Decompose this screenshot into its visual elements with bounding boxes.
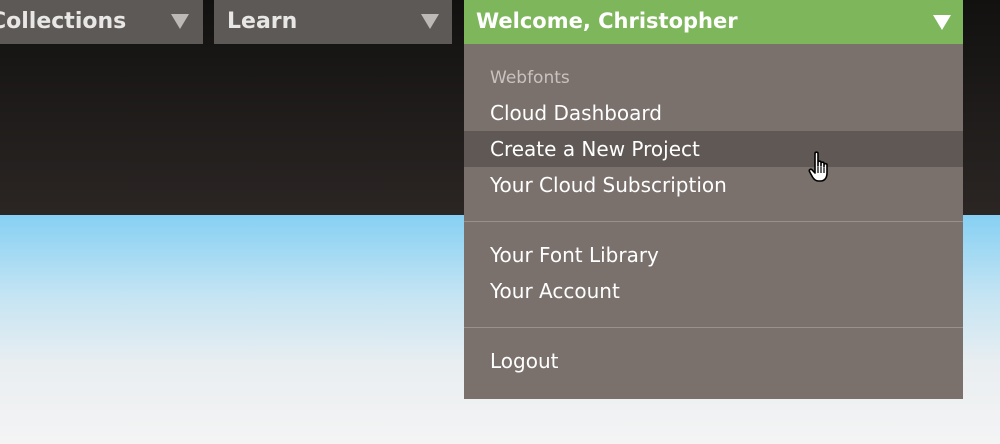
account-dropdown-menu: Webfonts Cloud Dashboard Create a New Pr… xyxy=(464,44,963,399)
chevron-down-icon xyxy=(171,14,189,29)
hand-pointer-cursor-icon xyxy=(808,151,828,182)
menu-item-font-library[interactable]: Your Font Library xyxy=(464,237,963,273)
menu-item-your-account[interactable]: Your Account xyxy=(464,273,963,309)
menu-divider xyxy=(464,221,963,222)
menu-item-create-new-project[interactable]: Create a New Project xyxy=(464,131,963,167)
menu-item-logout[interactable]: Logout xyxy=(464,343,963,379)
nav-tab-learn[interactable]: Learn xyxy=(214,0,452,44)
chevron-down-icon xyxy=(421,14,439,29)
nav-tab-collections-label: Collections xyxy=(0,9,127,34)
menu-section-heading-webfonts: Webfonts xyxy=(490,68,570,88)
account-menu-toggle[interactable]: Welcome, Christopher xyxy=(464,0,963,44)
menu-divider xyxy=(464,327,963,328)
nav-tab-learn-label: Learn xyxy=(227,9,298,34)
menu-item-cloud-subscription[interactable]: Your Cloud Subscription xyxy=(464,167,963,203)
chevron-down-icon xyxy=(933,15,951,30)
menu-item-cloud-dashboard[interactable]: Cloud Dashboard xyxy=(464,95,963,131)
nav-tab-collections[interactable]: Collections xyxy=(0,0,203,44)
welcome-label: Welcome, Christopher xyxy=(476,9,738,33)
